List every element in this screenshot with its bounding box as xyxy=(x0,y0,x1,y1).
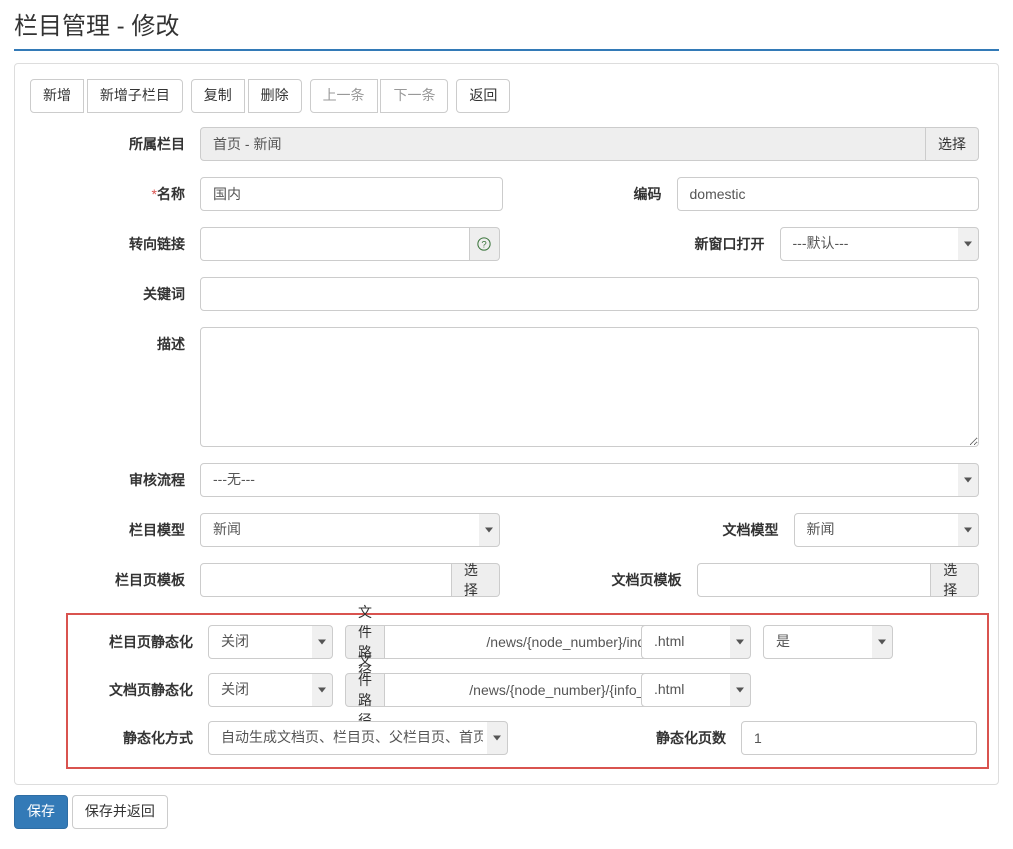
parent-display: 首页 - 新闻 xyxy=(200,127,926,161)
doc-tpl-label: 文档页模板 xyxy=(527,563,697,590)
static-pages-input[interactable] xyxy=(741,721,977,755)
keywords-input[interactable] xyxy=(200,277,979,311)
new-button[interactable]: 新增 xyxy=(30,79,84,113)
save-back-button[interactable]: 保存并返回 xyxy=(72,795,168,829)
doc-static-enable-select[interactable]: 关闭 xyxy=(208,673,333,707)
name-input[interactable] xyxy=(200,177,503,211)
save-button[interactable]: 保存 xyxy=(14,795,68,829)
svg-text:?: ? xyxy=(482,239,487,250)
node-tpl-input[interactable] xyxy=(200,563,452,597)
footer: 保存 保存并返回 xyxy=(14,795,999,829)
parent-select-button[interactable]: 选择 xyxy=(926,127,979,161)
doc-model-select[interactable]: 新闻 xyxy=(794,513,980,547)
audit-select[interactable]: ---无--- xyxy=(200,463,979,497)
static-highlight-box: 栏目页静态化 关闭 文件路径 .html 是 文档页静态化 xyxy=(66,613,989,769)
node-static-yes-select[interactable]: 是 xyxy=(763,625,893,659)
new-child-button[interactable]: 新增子栏目 xyxy=(87,79,183,113)
audit-label: 审核流程 xyxy=(30,463,200,490)
doc-static-path-input[interactable] xyxy=(385,673,673,707)
static-mode-label: 静态化方式 xyxy=(74,721,208,748)
doc-tpl-select-button[interactable]: 选择 xyxy=(931,563,979,597)
code-label: 编码 xyxy=(507,177,677,204)
node-model-label: 栏目模型 xyxy=(30,513,200,540)
static-mode-select[interactable]: 自动生成文档页、栏目页、父栏目页、首页 xyxy=(208,721,508,755)
parent-label: 所属栏目 xyxy=(30,127,200,154)
node-tpl-label: 栏目页模板 xyxy=(30,563,200,590)
node-static-label: 栏目页静态化 xyxy=(74,625,208,652)
doc-tpl-input[interactable] xyxy=(697,563,932,597)
new-window-select[interactable]: ---默认--- xyxy=(780,227,980,261)
form-panel: 新增 新增子栏目 复制 删除 上一条 下一条 返回 所属栏目 首页 - 新闻 选… xyxy=(14,63,999,785)
node-static-path-input[interactable] xyxy=(385,625,673,659)
back-button[interactable]: 返回 xyxy=(456,79,510,113)
description-textarea[interactable] xyxy=(200,327,979,447)
static-pages-label: 静态化页数 xyxy=(541,721,741,748)
next-button[interactable]: 下一条 xyxy=(380,79,448,113)
help-icon[interactable]: ? xyxy=(470,227,500,261)
new-window-label: 新窗口打开 xyxy=(610,227,780,254)
doc-static-label: 文档页静态化 xyxy=(74,673,208,700)
doc-model-label: 文档模型 xyxy=(624,513,794,540)
code-input[interactable] xyxy=(677,177,980,211)
redirect-label: 转向链接 xyxy=(30,227,200,254)
doc-static-ext-select[interactable]: .html xyxy=(641,673,751,707)
page-title: 栏目管理 - 修改 xyxy=(14,6,999,41)
toolbar: 新增 新增子栏目 复制 删除 上一条 下一条 返回 xyxy=(30,79,983,113)
delete-button[interactable]: 删除 xyxy=(248,79,302,113)
prev-button[interactable]: 上一条 xyxy=(310,79,378,113)
node-static-ext-select[interactable]: .html xyxy=(641,625,751,659)
keywords-label: 关键词 xyxy=(30,277,200,304)
redirect-input[interactable] xyxy=(200,227,470,261)
copy-button[interactable]: 复制 xyxy=(191,79,245,113)
name-label: *名称 xyxy=(30,177,200,204)
node-model-select[interactable]: 新闻 xyxy=(200,513,500,547)
header-rule xyxy=(14,49,999,51)
node-tpl-select-button[interactable]: 选择 xyxy=(452,563,500,597)
node-static-enable-select[interactable]: 关闭 xyxy=(208,625,333,659)
description-label: 描述 xyxy=(30,327,200,354)
doc-static-path-label: 文件路径 xyxy=(345,673,385,707)
